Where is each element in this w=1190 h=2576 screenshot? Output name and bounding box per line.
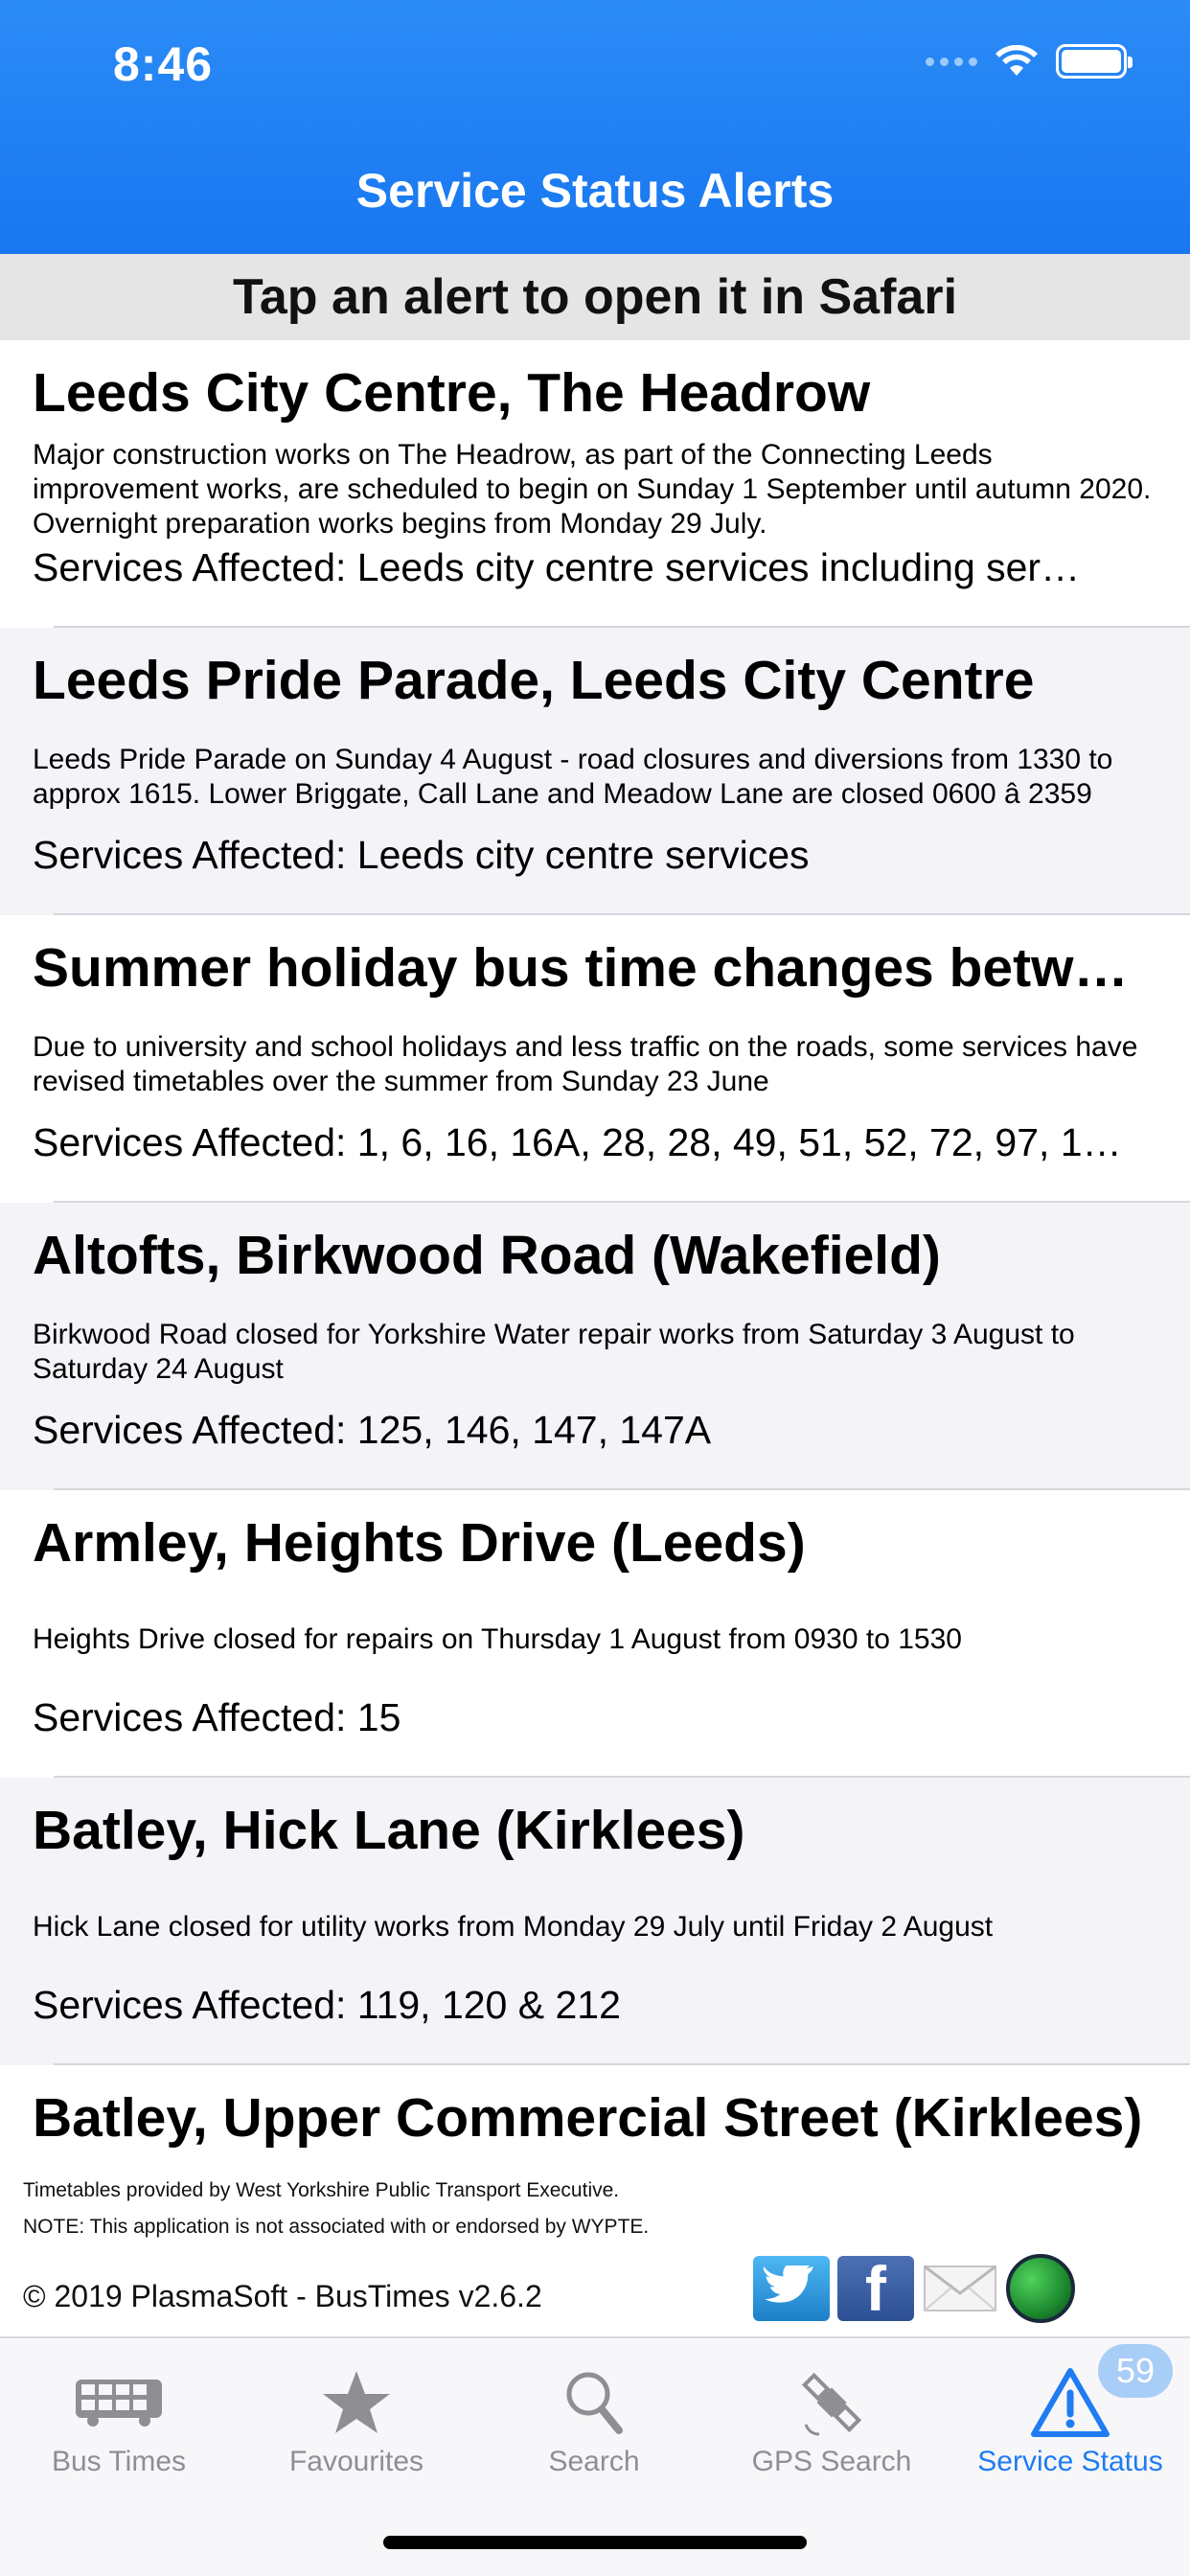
alert-description: Hick Lane closed for utility works from … (33, 1875, 1157, 1979)
alert-item[interactable]: Altofts, Birkwood Road (Wakefield) Birkw… (0, 1203, 1190, 1490)
alert-services: Services Affected: Leeds city centre ser… (33, 545, 1081, 589)
alert-item[interactable]: Armley, Heights Drive (Leeds) Heights Dr… (0, 1490, 1190, 1778)
star-icon (323, 2371, 390, 2433)
tab-label: Service Status (977, 2446, 1163, 2477)
social-links: f (753, 2254, 1075, 2323)
alerts-list[interactable]: Leeds City Centre, The Headrow Major con… (0, 340, 1190, 2156)
status-icons (926, 42, 1133, 80)
alert-description: Leeds Pride Parade on Sunday 4 August - … (33, 725, 1157, 829)
tab-label: Bus Times (51, 2446, 187, 2477)
copyright: © 2019 PlasmaSoft - BusTimes v2.6.2 (23, 2279, 542, 2313)
alert-item[interactable]: Summer holiday bus time changes betwee… … (0, 915, 1190, 1203)
facebook-logo-glyph: f (865, 2253, 886, 2324)
wifi-icon (995, 45, 1038, 76)
alert-item[interactable]: Leeds Pride Parade, Leeds City Centre Le… (0, 628, 1190, 915)
twitter-icon[interactable] (753, 2256, 830, 2321)
alert-services: Services Affected: 125, 146, 147, 147A (33, 1408, 712, 1452)
instruction-banner: Tap an alert to open it in Safari (0, 254, 1190, 340)
alert-title: Leeds Pride Parade, Leeds City Centre (33, 650, 1035, 711)
alert-item[interactable]: Batley, Upper Commercial Street (Kirklee… (0, 2065, 1190, 2156)
alert-services: Services Affected: 119, 120 & 212 (33, 1983, 621, 2027)
alert-description: Major construction works on The Headrow,… (33, 438, 1157, 541)
satellite-icon (801, 2372, 862, 2436)
facebook-icon[interactable]: f (837, 2256, 914, 2321)
alert-title: Leeds City Centre, The Headrow (33, 362, 871, 424)
page-title: Service Status Alerts (355, 164, 835, 218)
alert-title: Batley, Hick Lane (Kirklees) (33, 1800, 745, 1861)
tab-label: Search (548, 2446, 640, 2477)
footer-credit: Timetables provided by West Yorkshire Pu… (23, 2179, 620, 2201)
alert-description-text: Leeds Pride Parade on Sunday 4 August - … (33, 744, 1113, 810)
alert-title: Altofts, Birkwood Road (Wakefield) (33, 1225, 941, 1286)
alert-description: Due to university and school holidays an… (33, 1013, 1157, 1116)
alert-services: Services Affected: Leeds city centre ser… (33, 833, 810, 877)
bus-icon (76, 2380, 162, 2426)
tab-bus-times[interactable]: Bus Times (0, 2338, 238, 2511)
alert-services: Services Affected: 15 (33, 1695, 401, 1739)
tab-gps-search[interactable]: GPS Search (713, 2338, 950, 2511)
tab-label: GPS Search (751, 2446, 912, 2477)
notification-badge: 59 (1098, 2344, 1173, 2398)
footer: Timetables provided by West Yorkshire Pu… (0, 2156, 1190, 2336)
twitter-bird-glyph (764, 2266, 813, 2303)
alert-description: Heights Drive closed for repairs on Thur… (33, 1588, 1157, 1691)
alert-item[interactable]: Batley, Hick Lane (Kirklees) Hick Lane c… (0, 1778, 1190, 2065)
status-time: 8:46 (113, 37, 214, 91)
tab-search[interactable]: Search (475, 2338, 713, 2511)
footer-disclaimer: NOTE: This application is not associated… (23, 2216, 650, 2238)
battery-icon (1056, 44, 1133, 79)
envelope-glyph (924, 2265, 996, 2312)
alert-title: Batley, Upper Commercial Street (Kirklee… (33, 2087, 1143, 2149)
alert-title: Summer holiday bus time changes betwee… (33, 937, 1157, 999)
magnifier-icon (566, 2372, 623, 2434)
alert-title: Armley, Heights Drive (Leeds) (33, 1512, 806, 1574)
tab-favourites[interactable]: Favourites (238, 2338, 475, 2511)
alert-services: Services Affected: 1, 6, 16, 16A, 28, 28… (33, 1120, 1122, 1164)
globe-icon[interactable] (1006, 2254, 1075, 2323)
alert-description: Birkwood Road closed for Yorkshire Water… (33, 1300, 1157, 1404)
email-icon[interactable] (922, 2256, 998, 2321)
alert-item[interactable]: Leeds City Centre, The Headrow Major con… (0, 340, 1190, 628)
alert-description-text: Hick Lane closed for utility works from … (33, 1911, 994, 1943)
navigation-header: 8:46 Service Status Alerts (0, 0, 1190, 254)
alert-description-text: Major construction works on The Headrow,… (33, 439, 1152, 540)
alert-description-text: Heights Drive closed for repairs on Thur… (33, 1623, 962, 1655)
tab-label: Favourites (288, 2446, 424, 2477)
home-indicator[interactable] (383, 2536, 807, 2549)
alert-description-text: Due to university and school holidays an… (33, 1031, 1138, 1097)
cellular-signal-icon (926, 57, 977, 66)
alert-description-text: Birkwood Road closed for Yorkshire Water… (33, 1319, 1075, 1385)
